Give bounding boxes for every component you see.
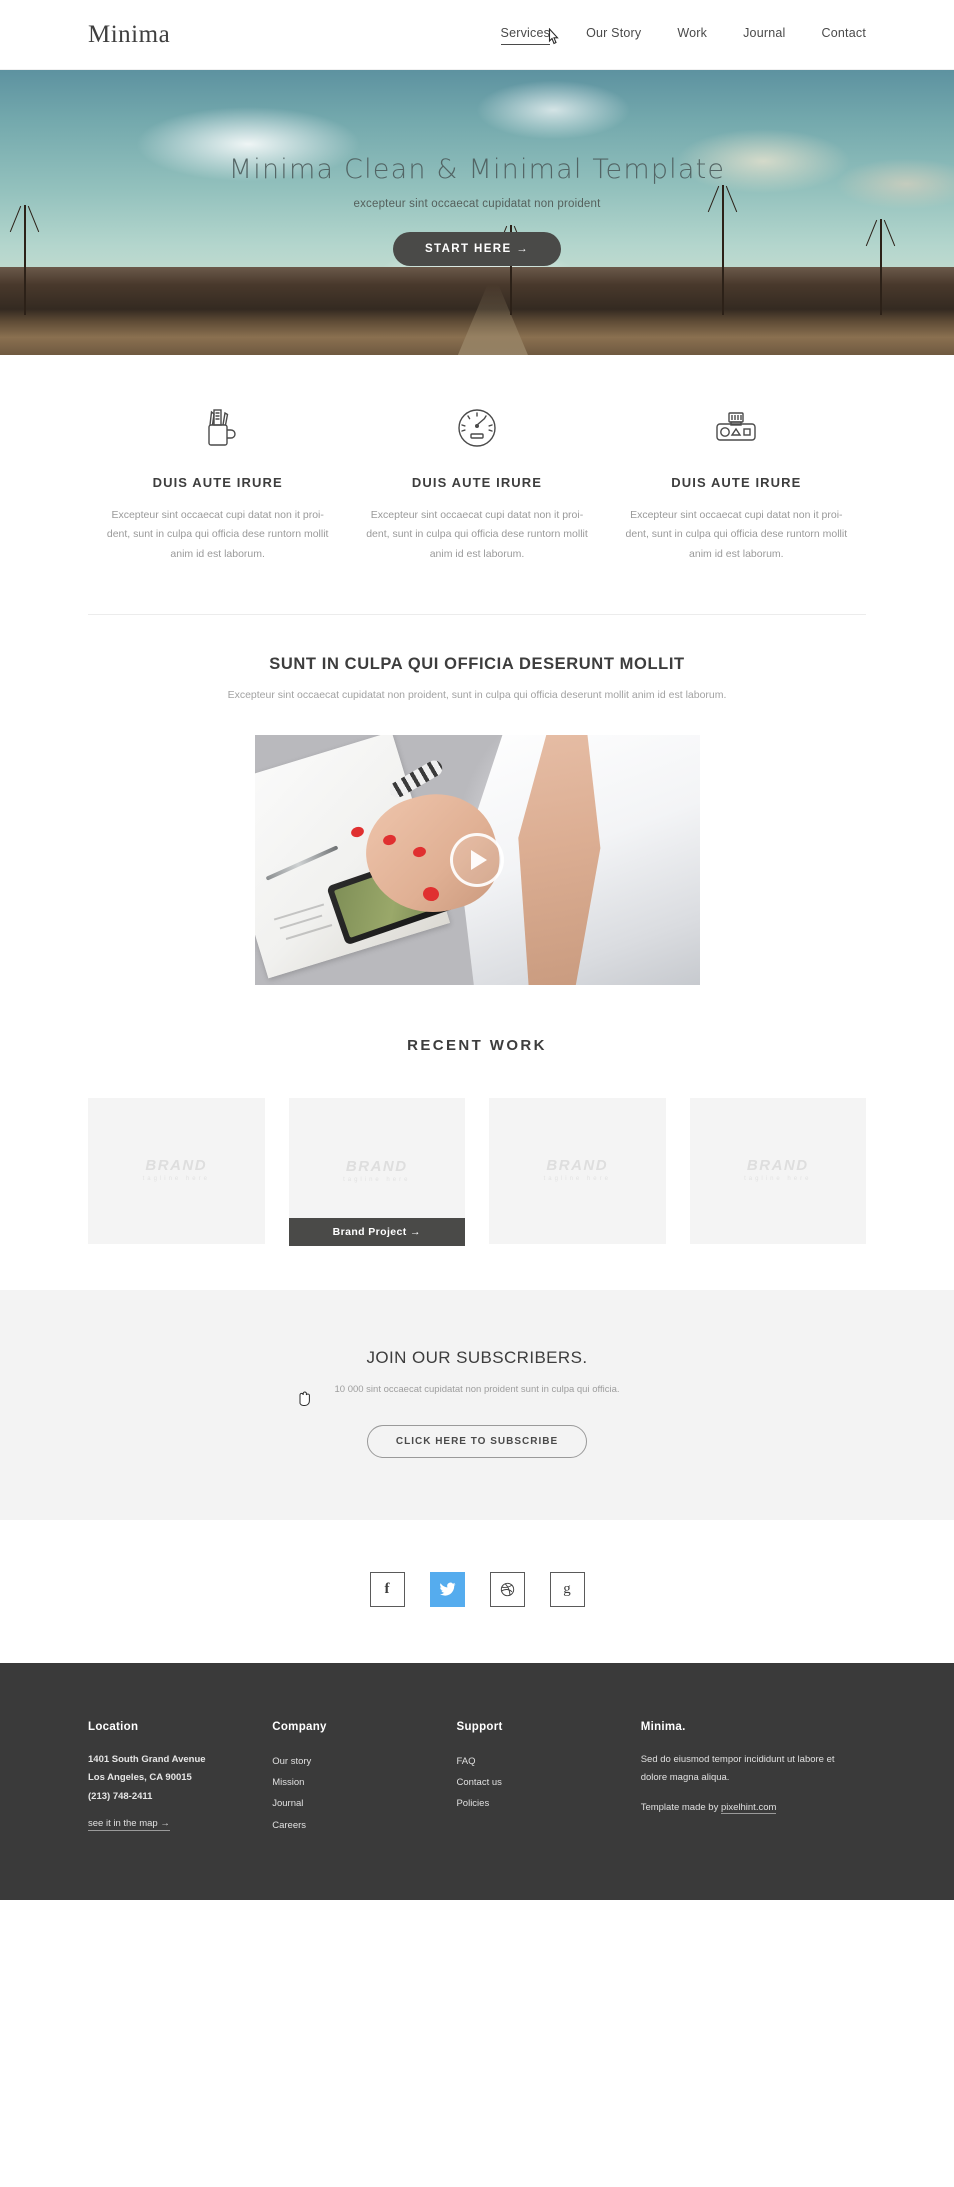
nav-item-services[interactable]: Services: [500, 26, 551, 45]
footer-company-title: Company: [272, 1720, 327, 1733]
recent-work-grid: BRAND tagline here BRAND tagline here Br…: [0, 1054, 954, 1290]
footer-brand-text: Sed do eiusmod tempor incididunt ut labo…: [640, 1753, 835, 1784]
work-card[interactable]: BRAND tagline here: [489, 1097, 666, 1244]
footer-link-mission[interactable]: Mission: [272, 1772, 436, 1793]
twitter-icon[interactable]: [429, 1571, 465, 1607]
footer-credit: Template made by pixelhint.com: [640, 1801, 846, 1814]
feature-text: Excepteur sint occaecat cupi datat non i…: [106, 509, 329, 560]
footer-link-policies[interactable]: Policies: [456, 1793, 620, 1814]
subscribe-section: JOIN OUR SUBSCRIBERS. 10 000 sint occaec…: [0, 1289, 954, 1520]
brand-tagline: tagline here: [744, 1175, 812, 1182]
brand-word: BRAND: [546, 1156, 609, 1174]
twitter-bird-glyph: [439, 1582, 455, 1596]
brand-watermark: BRAND tagline here: [690, 1157, 867, 1182]
footer-column-brand: Minima. Sed do eiusmod tempor incididunt…: [641, 1721, 866, 1837]
speedometer-icon: [361, 401, 592, 455]
footer-credit-link[interactable]: pixelhint.com: [720, 1801, 777, 1814]
recent-work-heading: RECENT WORK: [407, 1036, 547, 1054]
site-footer: Location 1401 South Grand Avenue Los Ang…: [0, 1662, 954, 1901]
subscribe-button[interactable]: CLICK HERE TO SUBSCRIBE: [366, 1424, 588, 1458]
footer-column-company: Company Our story Mission Journal Career…: [272, 1721, 456, 1837]
footer-address-line1: 1401 South Grand Avenue: [88, 1753, 206, 1765]
social-links: f g: [0, 1519, 954, 1663]
facebook-glyph: f: [384, 1580, 390, 1597]
brand-word: BRAND: [746, 1156, 809, 1174]
footer-support-title: Support: [456, 1720, 503, 1733]
footer-credit-prefix: Template made by: [640, 1801, 721, 1813]
camera-icon: [621, 401, 852, 455]
subscribe-title: JOIN OUR SUBSCRIBERS.: [366, 1347, 588, 1367]
brand-tagline: tagline here: [543, 1175, 611, 1182]
feature-item: DUIS AUTE IRURE Excepteur sint occaecat …: [607, 401, 866, 564]
work-card-overlay-label[interactable]: Brand Project →: [288, 1217, 465, 1246]
brand-watermark: BRAND tagline here: [289, 1158, 466, 1183]
brand-tagline: tagline here: [142, 1175, 210, 1182]
video-section-title: SUNT IN CULPA QUI OFFICIA DESERUNT MOLLI…: [269, 655, 685, 674]
nav-item-contact[interactable]: Contact: [822, 26, 866, 44]
video-section-header: SUNT IN CULPA QUI OFFICIA DESERUNT MOLLI…: [0, 615, 954, 704]
work-card-hovered[interactable]: BRAND tagline here Brand Project →: [288, 1097, 466, 1246]
nav-item-our-story[interactable]: Our Story: [586, 26, 641, 44]
feature-text: Excepteur sint occaecat cupi datat non i…: [625, 509, 848, 560]
google-icon[interactable]: g: [549, 1571, 585, 1607]
footer-link-faq[interactable]: FAQ: [456, 1751, 620, 1772]
subscribe-text: 10 000 sint occaecat cupidatat non proid…: [334, 1383, 620, 1395]
google-glyph: g: [563, 1580, 571, 1597]
feature-title: DUIS AUTE IRURE: [152, 475, 283, 490]
video-player[interactable]: [254, 734, 700, 985]
play-icon[interactable]: [450, 832, 504, 887]
hero-subtitle: excepteur sint occaecat cupidatat non pr…: [353, 198, 601, 210]
nav-item-work[interactable]: Work: [677, 26, 707, 44]
work-card[interactable]: BRAND tagline here: [689, 1097, 867, 1244]
video-section-subtitle: Excepteur sint occaecat cupidatat non pr…: [227, 689, 727, 702]
features-section: DUIS AUTE IRURE Excepteur sint occaecat …: [0, 355, 954, 600]
nav-item-journal[interactable]: Journal: [743, 26, 785, 44]
page-root: Minima Services Our Story Work Journal C…: [0, 0, 954, 1901]
facebook-icon[interactable]: f: [369, 1571, 405, 1607]
brand-watermark: BRAND tagline here: [489, 1157, 666, 1182]
feature-item: DUIS AUTE IRURE Excepteur sint occaecat …: [88, 401, 347, 564]
brand-word: BRAND: [145, 1156, 208, 1174]
feature-text: Excepteur sint occaecat cupi datat non i…: [366, 509, 588, 560]
start-here-button[interactable]: START HERE →: [392, 232, 562, 266]
main-nav: Services Our Story Work Journal Contact: [500, 26, 866, 45]
cup-with-tools-icon: [102, 401, 333, 455]
work-card[interactable]: BRAND tagline here: [88, 1097, 265, 1244]
footer-address-line2: Los Angeles, CA 90015: [88, 1772, 192, 1784]
footer-brand-title: Minima.: [640, 1720, 686, 1733]
footer-location-title: Location: [88, 1720, 139, 1733]
footer-link-journal[interactable]: Journal: [272, 1793, 436, 1814]
footer-map-link[interactable]: see it in the map →: [88, 1818, 170, 1832]
footer-phone: (213) 748-2411: [88, 1790, 153, 1802]
dribbble-ball-glyph: [500, 1582, 514, 1596]
hero-title: Minima Clean & Minimal Template: [228, 154, 726, 185]
footer-link-our-story[interactable]: Our story: [272, 1751, 436, 1772]
dribbble-icon[interactable]: [489, 1571, 525, 1607]
hero-content: Minima Clean & Minimal Template excepteu…: [0, 154, 954, 266]
brand-word: BRAND: [345, 1157, 408, 1175]
feature-title: DUIS AUTE IRURE: [671, 475, 802, 490]
footer-link-careers[interactable]: Careers: [272, 1815, 436, 1836]
feature-item: DUIS AUTE IRURE Excepteur sint occaecat …: [347, 401, 606, 564]
recent-work-section: RECENT WORK BRAND tagline here BRAND tag…: [0, 985, 954, 1406]
footer-link-contact-us[interactable]: Contact us: [456, 1772, 620, 1793]
brand-tagline: tagline here: [343, 1176, 411, 1183]
footer-column-location: Location 1401 South Grand Avenue Los Ang…: [88, 1721, 272, 1837]
play-triangle: [471, 849, 487, 870]
hero-section: Minima Clean & Minimal Template excepteu…: [0, 70, 954, 355]
site-header: Minima Services Our Story Work Journal C…: [0, 0, 954, 70]
brand-watermark: BRAND tagline here: [88, 1157, 265, 1182]
footer-column-support: Support FAQ Contact us Policies: [456, 1721, 640, 1837]
site-logo[interactable]: Minima: [88, 21, 170, 49]
feature-title: DUIS AUTE IRURE: [411, 475, 543, 490]
